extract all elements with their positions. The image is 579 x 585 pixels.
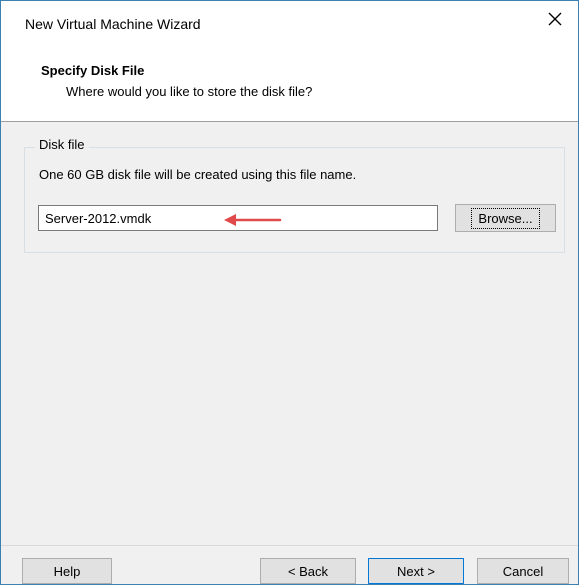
disk-file-group	[24, 147, 565, 253]
title-bar: New Virtual Machine Wizard	[1, 1, 578, 37]
page-subtitle: Where would you like to store the disk f…	[66, 84, 313, 99]
close-button[interactable]	[532, 1, 578, 37]
disk-file-legend: Disk file	[35, 137, 89, 152]
disk-file-description: One 60 GB disk file will be created usin…	[39, 167, 357, 182]
content-panel: Disk file One 60 GB disk file will be cr…	[1, 122, 578, 546]
help-button[interactable]: Help	[22, 558, 112, 584]
wizard-header: Specify Disk File Where would you like t…	[1, 37, 578, 121]
back-button[interactable]: < Back	[260, 558, 356, 584]
browse-button[interactable]: Browse...	[455, 204, 556, 232]
red-arrow-annotation-icon	[224, 214, 282, 226]
browse-button-label: Browse...	[471, 207, 540, 229]
cancel-button[interactable]: Cancel	[477, 558, 569, 584]
page-title: Specify Disk File	[41, 63, 145, 78]
window-title: New Virtual Machine Wizard	[25, 16, 201, 32]
wizard-window: New Virtual Machine Wizard Specify Disk …	[0, 0, 579, 585]
button-bar: Help < Back Next > Cancel	[1, 546, 578, 584]
close-icon	[548, 12, 562, 26]
next-button[interactable]: Next >	[368, 558, 464, 584]
